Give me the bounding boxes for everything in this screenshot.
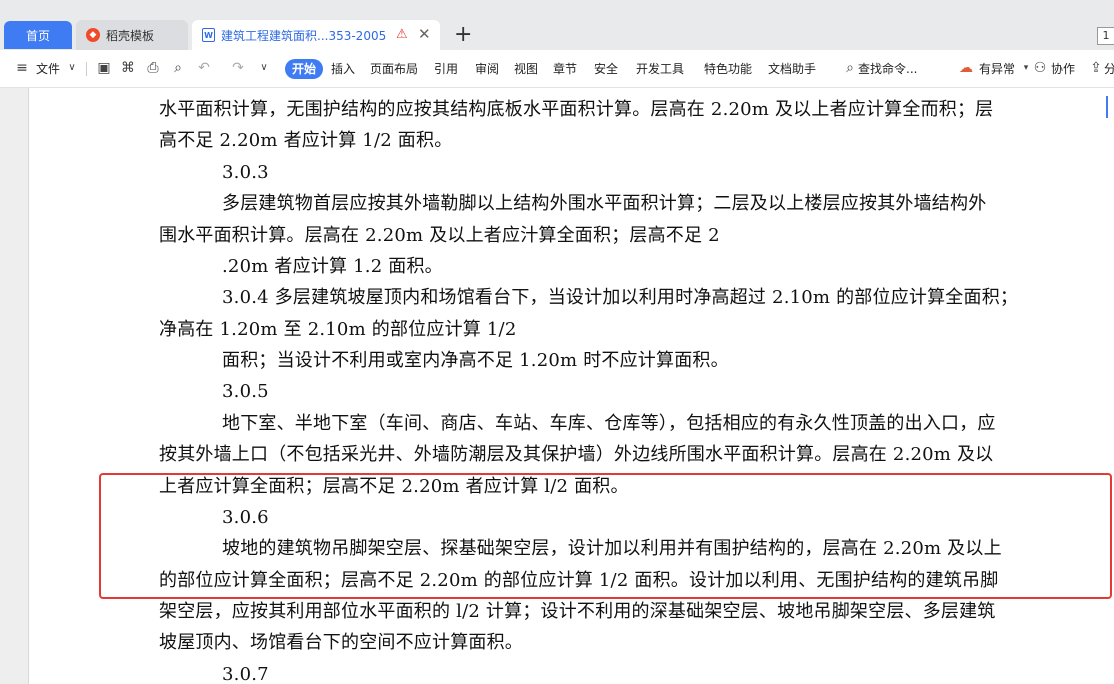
tab-developer-tools[interactable]: 开发工具 [636,60,684,78]
word-document-icon: W [202,28,215,42]
format-painter-icon[interactable]: ⌘ [120,60,136,76]
sync-status[interactable]: 有异常 [979,60,1015,78]
tab-reference[interactable]: 引用 [434,60,458,78]
collaborate-icon[interactable]: ⚇ [1032,60,1048,76]
tab-document-label: 建筑工程建筑面积...353-2005 [221,28,387,43]
print-preview-icon[interactable]: ⌕ [170,60,186,76]
cloud-sync-icon[interactable]: ☁ [958,60,974,76]
menu-icon[interactable]: ≡ [14,60,30,76]
window-count-badge[interactable]: 1 [1097,27,1114,45]
tab-security[interactable]: 安全 [594,60,618,78]
tab-bar: 首页 ◆ 稻壳模板 W 建筑工程建筑面积...353-2005 ⚠ ✕ + 1 [0,0,1114,50]
tab-page-layout[interactable]: 页面布局 [370,60,418,78]
doc-line[interactable]: 多层建筑物首层应按其外墙勒脚以上结构外围水平面积计算；二层及以上楼层应按其外墙结… [222,192,986,216]
doc-line[interactable]: 高不足 2.20m 者应计算 1/2 面积。 [159,129,452,153]
warning-icon: ⚠ [396,27,408,42]
tab-special-features[interactable]: 特色功能 [704,60,752,78]
tab-home[interactable]: 首页 [4,21,72,49]
doc-line[interactable]: 3.0.4 多层建筑坡屋顶内和场馆看台下，当设计加以利用时净高超过 2.10m … [222,286,1018,310]
doc-line[interactable]: .20m 者应计算 1.2 面积。 [222,255,443,279]
share-icon[interactable]: ⇪ [1088,60,1104,76]
redo-icon[interactable]: ↷ [230,60,246,76]
daoke-logo-icon: ◆ [86,28,100,42]
divider [86,62,87,76]
ribbon-toolbar: ≡ 文件 ∨ ▣ ⌘ ⎙ ⌕ ↶ ↷ ∨ 开始 插入 页面布局 引用 审阅 视图… [0,50,1114,88]
text-cursor [1106,96,1108,118]
tab-insert[interactable]: 插入 [331,60,355,78]
command-search[interactable]: 查找命令... [858,60,917,78]
doc-line[interactable]: 地下室、半地下室（车间、商店、车站、车库、仓库等），包括相应的有永久性顶盖的出入… [222,412,996,436]
doc-line[interactable]: 架空层，应按其利用部位水平面积的 l/2 计算；设计不利用的深基础架空层、坡地吊… [159,600,996,624]
tab-view[interactable]: 视图 [514,60,538,78]
chevron-down-icon[interactable]: ∨ [64,60,80,76]
share-button[interactable]: 分 [1104,60,1114,78]
doc-line[interactable]: 坡屋顶内、场馆看台下的空间不应计算面积。 [159,631,523,655]
tab-daoke-templates[interactable]: ◆ 稻壳模板 [76,20,188,50]
tab-document[interactable]: W 建筑工程建筑面积...353-2005 ⚠ ✕ [192,20,440,50]
print-icon[interactable]: ⎙ [145,60,161,76]
page-edge [28,88,29,684]
page-gutter [0,88,28,684]
search-icon[interactable]: ⌕ [842,60,858,76]
doc-line[interactable]: 按其外墙上口（不包括采光井、外墙防潮层及其保护墙）外边线所围水平面积计算。层高在… [159,443,993,467]
more-dropdown-icon[interactable]: ∨ [256,60,272,76]
section-number[interactable]: 3.0.7 [222,663,269,684]
document-canvas[interactable]: 水平面积计算，无围护结构的应按其结构底板水平面积计算。层高在 2.20m 及以上… [0,88,1114,684]
doc-line[interactable]: 面积；当设计不利用或室内净高不足 1.20m 时不应计算面积。 [222,349,729,373]
tab-review[interactable]: 审阅 [475,60,499,78]
section-number[interactable]: 3.0.5 [222,380,269,404]
save-icon[interactable]: ▣ [96,60,112,76]
doc-line[interactable]: 水平面积计算，无围护结构的应按其结构底板水平面积计算。层高在 2.20m 及以上… [159,98,993,122]
collaborate-button[interactable]: 协作 [1051,60,1075,78]
tab-document-assistant[interactable]: 文档助手 [768,60,816,78]
doc-line[interactable]: 净高在 1.20m 至 2.10m 的部位应计算 1/2 [159,318,516,342]
tab-start[interactable]: 开始 [285,59,323,79]
undo-icon[interactable]: ↶ [196,60,212,76]
close-icon[interactable]: ✕ [418,25,431,43]
tab-daoke-label: 稻壳模板 [106,28,155,43]
section-number[interactable]: 3.0.3 [222,161,269,185]
new-tab-button[interactable]: + [454,22,472,48]
file-menu[interactable]: 文件 [36,60,60,78]
highlight-annotation-box [99,473,1112,599]
tab-chapter[interactable]: 章节 [553,60,577,78]
doc-line[interactable]: 围水平面积计算。层高在 2.20m 及以上者应汁算全面积；层高不足 2 [159,224,720,248]
